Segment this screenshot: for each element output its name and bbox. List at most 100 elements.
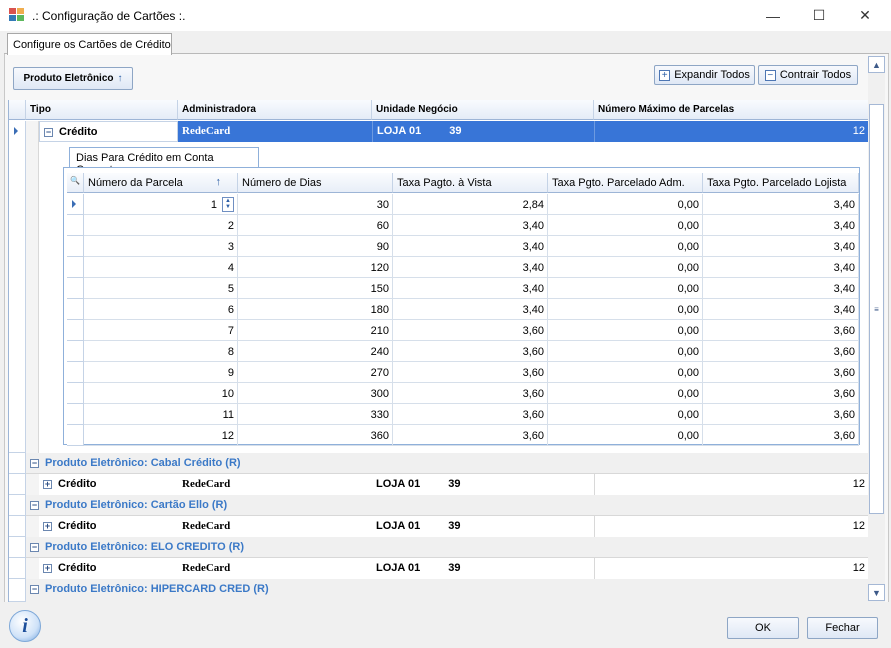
- cell-numero-parcela[interactable]: 2: [84, 215, 238, 236]
- collapse-group-icon[interactable]: −: [30, 584, 39, 594]
- cell-taxa-adm[interactable]: 0,00: [548, 278, 703, 299]
- cell-numero-dias[interactable]: 90: [238, 236, 393, 257]
- expand-row-icon[interactable]: +: [43, 479, 52, 489]
- grid-search-icon[interactable]: 🔍: [67, 173, 84, 193]
- column-header-taxa-vista[interactable]: Taxa Pagto. à Vista: [393, 173, 548, 193]
- column-header-taxa-parcelado-adm[interactable]: Taxa Pgto. Parcelado Adm.: [548, 173, 703, 193]
- row-indicator[interactable]: [9, 558, 26, 579]
- cell-taxa-adm[interactable]: 0,00: [548, 425, 703, 446]
- cell-numero-dias[interactable]: 180: [238, 299, 393, 320]
- cell-taxa-vista[interactable]: 3,60: [393, 383, 548, 404]
- cell-numero-dias[interactable]: 30: [238, 194, 393, 215]
- cell-taxa-adm[interactable]: 0,00: [548, 383, 703, 404]
- row-indicator[interactable]: [9, 495, 26, 516]
- cell-numero-dias[interactable]: 60: [238, 215, 393, 236]
- cell-numero-dias[interactable]: 330: [238, 404, 393, 425]
- cell-taxa-vista[interactable]: 3,60: [393, 341, 548, 362]
- cell-taxa-adm[interactable]: 0,00: [548, 215, 703, 236]
- cell-taxa-lojista[interactable]: 3,40: [703, 194, 859, 215]
- cell-numero-dias[interactable]: 210: [238, 320, 393, 341]
- cell-taxa-adm[interactable]: 0,00: [548, 362, 703, 383]
- row-indicator[interactable]: [9, 474, 26, 495]
- column-header-numero-parcela[interactable]: Número da Parcela ↑: [84, 173, 238, 193]
- cell-taxa-adm[interactable]: 0,00: [548, 404, 703, 425]
- group-header[interactable]: − Produto Eletrônico: Cabal Crédito (R): [26, 453, 868, 474]
- cell-numero-parcela[interactable]: 12: [84, 425, 238, 446]
- cell-taxa-lojista[interactable]: 3,40: [703, 215, 859, 236]
- expand-row-icon[interactable]: +: [43, 563, 52, 573]
- cell-taxa-lojista[interactable]: 3,40: [703, 299, 859, 320]
- row-indicator[interactable]: [67, 194, 84, 215]
- cell-numero-parcela[interactable]: 6: [84, 299, 238, 320]
- cell-taxa-lojista[interactable]: 3,60: [703, 362, 859, 383]
- cell-taxa-lojista[interactable]: 3,40: [703, 278, 859, 299]
- column-header-max-parcelas[interactable]: Número Máximo de Parcelas: [594, 100, 868, 120]
- cell-taxa-adm[interactable]: 0,00: [548, 194, 703, 215]
- column-header-numero-dias[interactable]: Número de Dias: [238, 173, 393, 193]
- cell-taxa-lojista[interactable]: 3,60: [703, 383, 859, 404]
- cell-taxa-lojista[interactable]: 3,40: [703, 257, 859, 278]
- scroll-down-button[interactable]: ▼: [868, 584, 885, 601]
- column-header-tipo[interactable]: Tipo: [26, 100, 178, 120]
- cell-numero-parcela[interactable]: 4: [84, 257, 238, 278]
- cell-taxa-lojista[interactable]: 3,40: [703, 236, 859, 257]
- table-row[interactable]: − Crédito: [39, 121, 178, 142]
- cell-taxa-adm[interactable]: 0,00: [548, 341, 703, 362]
- row-indicator[interactable]: [9, 537, 26, 558]
- collapse-group-icon[interactable]: −: [30, 542, 39, 552]
- collapse-all-button[interactable]: − Contrair Todos: [758, 65, 858, 85]
- column-header-administradora[interactable]: Administradora: [178, 100, 372, 120]
- cell-numero-parcela[interactable]: 5: [84, 278, 238, 299]
- cell-numero-dias[interactable]: 120: [238, 257, 393, 278]
- cell-numero-parcela[interactable]: 8: [84, 341, 238, 362]
- row-indicator[interactable]: [67, 341, 84, 362]
- cell-taxa-lojista[interactable]: 3,60: [703, 341, 859, 362]
- cell-numero-parcela[interactable]: 3: [84, 236, 238, 257]
- cell-numero-parcela[interactable]: 7: [84, 320, 238, 341]
- cell-taxa-vista[interactable]: 3,60: [393, 362, 548, 383]
- row-indicator[interactable]: [67, 320, 84, 341]
- vertical-scrollbar[interactable]: ▲ ≡ ▼: [868, 56, 885, 602]
- table-row[interactable]: + Crédito: [39, 516, 178, 537]
- fechar-button[interactable]: Fechar: [807, 617, 878, 639]
- row-indicator[interactable]: [9, 579, 26, 602]
- expand-row-icon[interactable]: +: [43, 521, 52, 531]
- cell-numero-parcela[interactable]: 11: [84, 404, 238, 425]
- cell-taxa-lojista[interactable]: 3,60: [703, 425, 859, 446]
- table-row[interactable]: + Crédito: [39, 558, 178, 579]
- cell-numero-dias[interactable]: 240: [238, 341, 393, 362]
- collapse-group-icon[interactable]: −: [30, 458, 39, 468]
- cell-taxa-vista[interactable]: 3,40: [393, 257, 548, 278]
- scroll-up-button[interactable]: ▲: [868, 56, 885, 73]
- cell-numero-parcela[interactable]: 1: [84, 194, 238, 215]
- row-indicator[interactable]: [67, 215, 84, 236]
- column-header-unidade-negocio[interactable]: Unidade Negócio: [372, 100, 594, 120]
- row-indicator[interactable]: [9, 516, 26, 537]
- close-button[interactable]: ✕: [842, 0, 888, 31]
- row-indicator[interactable]: [67, 278, 84, 299]
- group-header[interactable]: − Produto Eletrônico: Cartão Ello (R): [26, 495, 868, 516]
- row-indicator[interactable]: [67, 257, 84, 278]
- scroll-thumb[interactable]: ≡: [869, 104, 884, 514]
- tab-dias-credito[interactable]: Dias Para Crédito em Conta Corrente: [69, 147, 259, 176]
- ok-button[interactable]: OK: [727, 617, 799, 639]
- row-indicator[interactable]: [9, 453, 26, 474]
- row-indicator[interactable]: [9, 121, 26, 453]
- tab-configure-cards[interactable]: Configure os Cartões de Crédito: [7, 33, 172, 55]
- cell-numero-parcela[interactable]: 9: [84, 362, 238, 383]
- cell-taxa-vista[interactable]: 3,40: [393, 299, 548, 320]
- cell-numero-dias[interactable]: 270: [238, 362, 393, 383]
- cell-taxa-vista[interactable]: 3,40: [393, 236, 548, 257]
- cell-taxa-lojista[interactable]: 3,60: [703, 320, 859, 341]
- cell-taxa-vista[interactable]: 3,60: [393, 425, 548, 446]
- column-header-taxa-parcelado-lojista[interactable]: Taxa Pgto. Parcelado Lojista: [703, 173, 859, 193]
- collapse-row-icon[interactable]: −: [44, 127, 53, 137]
- cell-taxa-vista[interactable]: 2,84: [393, 194, 548, 215]
- cell-numero-dias[interactable]: 150: [238, 278, 393, 299]
- group-by-product-button[interactable]: Produto Eletrônico ↑: [13, 67, 133, 90]
- group-header[interactable]: − Produto Eletrônico: HIPERCARD CRED (R): [26, 579, 868, 602]
- cell-taxa-adm[interactable]: 0,00: [548, 320, 703, 341]
- maximize-button[interactable]: ☐: [796, 0, 842, 31]
- cell-taxa-vista[interactable]: 3,60: [393, 404, 548, 425]
- cell-taxa-adm[interactable]: 0,00: [548, 257, 703, 278]
